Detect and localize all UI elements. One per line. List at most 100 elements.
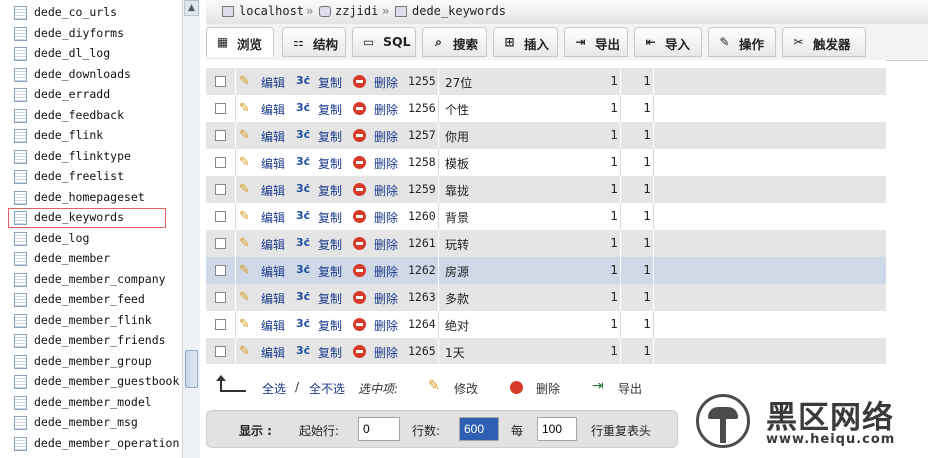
- copy-icon[interactable]: 3ċ: [296, 209, 310, 222]
- row-checkbox[interactable]: [215, 157, 226, 168]
- table-row[interactable]: ✎ 编辑 3ċ 复制 删除 1264 绝对 1 1: [206, 311, 886, 338]
- sidebar-item-dede-member-group[interactable]: dede_member_group: [0, 352, 182, 372]
- delete-link[interactable]: 删除: [374, 236, 398, 253]
- copy-icon[interactable]: 3ċ: [296, 74, 310, 87]
- delete-icon[interactable]: [353, 264, 366, 277]
- copy-icon[interactable]: 3ċ: [296, 344, 310, 357]
- table-row[interactable]: ✎ 编辑 3ċ 复制 删除 1259 靠拢 1 1: [206, 176, 886, 203]
- sidebar-item-dede-member-feed[interactable]: dede_member_feed: [0, 290, 182, 310]
- start-row-input[interactable]: [358, 417, 400, 441]
- sidebar-item-dede-member-guestbook[interactable]: dede_member_guestbook: [0, 372, 182, 392]
- edit-link[interactable]: 编辑: [261, 344, 285, 361]
- edit-link[interactable]: 编辑: [261, 317, 285, 334]
- table-row[interactable]: ✎ 编辑 3ċ 复制 删除 1258 模板 1 1: [206, 149, 886, 176]
- sidebar-item-dede-dl-log[interactable]: dede_dl_log: [0, 44, 182, 64]
- breadcrumb-server[interactable]: localhost: [239, 4, 304, 18]
- copy-icon[interactable]: 3ċ: [296, 155, 310, 168]
- copy-link[interactable]: 复制: [318, 317, 342, 334]
- pencil-icon[interactable]: ✎: [239, 74, 250, 89]
- copy-link[interactable]: 复制: [318, 101, 342, 118]
- edit-link[interactable]: 编辑: [261, 209, 285, 226]
- edit-link[interactable]: 编辑: [261, 74, 285, 91]
- copy-link[interactable]: 复制: [318, 209, 342, 226]
- row-checkbox[interactable]: [215, 346, 226, 357]
- tab-structure[interactable]: ⚏ 结构: [282, 27, 346, 57]
- pencil-icon[interactable]: ✎: [239, 236, 250, 251]
- delete-link[interactable]: 删除: [374, 101, 398, 118]
- sidebar-item-dede-flinktype[interactable]: dede_flinktype: [0, 147, 182, 167]
- tab-insert[interactable]: ⊞ 插入: [493, 27, 558, 57]
- sidebar-item-dede-log[interactable]: dede_log: [0, 229, 182, 249]
- delete-link[interactable]: 删除: [374, 263, 398, 280]
- copy-icon[interactable]: 3ċ: [296, 182, 310, 195]
- bulk-export-button[interactable]: 导出: [618, 380, 642, 397]
- breadcrumb-table[interactable]: dede_keywords: [412, 4, 506, 18]
- row-checkbox[interactable]: [215, 238, 226, 249]
- edit-link[interactable]: 编辑: [261, 101, 285, 118]
- sidebar-item-dede-member-operation[interactable]: dede_member_operation: [0, 434, 182, 454]
- copy-link[interactable]: 复制: [318, 236, 342, 253]
- copy-icon[interactable]: 3ċ: [296, 263, 310, 276]
- row-checkbox[interactable]: [215, 292, 226, 303]
- pencil-icon[interactable]: ✎: [239, 155, 250, 170]
- table-row[interactable]: ✎ 编辑 3ċ 复制 删除 1262 房源 1 1: [206, 257, 886, 284]
- sidebar-item-dede-member-friends[interactable]: dede_member_friends: [0, 331, 182, 351]
- copy-icon[interactable]: 3ċ: [296, 101, 310, 114]
- tab-triggers[interactable]: ✂ 触发器: [782, 27, 866, 57]
- pencil-icon[interactable]: ✎: [239, 209, 250, 224]
- sidebar-item-dede-member-model[interactable]: dede_member_model: [0, 393, 182, 413]
- delete-icon[interactable]: [353, 183, 366, 196]
- pencil-icon[interactable]: ✎: [239, 290, 250, 305]
- rows-count-input[interactable]: [459, 417, 499, 441]
- edit-link[interactable]: 编辑: [261, 263, 285, 280]
- edit-link[interactable]: 编辑: [261, 290, 285, 307]
- sidebar-item-dede-member-msg[interactable]: dede_member_msg: [0, 413, 182, 433]
- delete-icon[interactable]: [353, 237, 366, 250]
- delete-icon[interactable]: [510, 381, 523, 394]
- sidebar-item-dede-downloads[interactable]: dede_downloads: [0, 65, 182, 85]
- sidebar-item-dede-member-company[interactable]: dede_member_company: [0, 270, 182, 290]
- row-checkbox[interactable]: [215, 319, 226, 330]
- row-checkbox[interactable]: [215, 130, 226, 141]
- deselect-all-link[interactable]: 全不选: [309, 380, 345, 397]
- tab-sql[interactable]: ▭ SQL: [352, 27, 416, 57]
- sidebar-item-dede-freelist[interactable]: dede_freelist: [0, 167, 182, 187]
- copy-link[interactable]: 复制: [318, 182, 342, 199]
- copy-link[interactable]: 复制: [318, 344, 342, 361]
- sidebar-item-dede-feedback[interactable]: dede_feedback: [0, 106, 182, 126]
- copy-link[interactable]: 复制: [318, 155, 342, 172]
- edit-link[interactable]: 编辑: [261, 182, 285, 199]
- scroll-up-arrow[interactable]: ▲: [184, 0, 199, 16]
- tab-search[interactable]: ⌕ 搜索: [422, 27, 487, 57]
- delete-icon[interactable]: [353, 210, 366, 223]
- delete-link[interactable]: 删除: [374, 182, 398, 199]
- delete-link[interactable]: 删除: [374, 155, 398, 172]
- pencil-icon[interactable]: ✎: [239, 263, 250, 278]
- edit-link[interactable]: 编辑: [261, 155, 285, 172]
- table-row[interactable]: ✎ 编辑 3ċ 复制 删除 1261 玩转 1 1: [206, 230, 886, 257]
- pencil-icon[interactable]: ✎: [239, 317, 250, 332]
- breadcrumb-database[interactable]: zzjidi: [335, 4, 378, 18]
- pencil-icon[interactable]: ✎: [239, 182, 250, 197]
- pencil-icon[interactable]: ✎: [239, 128, 250, 143]
- table-row[interactable]: ✎ 编辑 3ċ 复制 删除 1255 27位 1 1: [206, 68, 886, 95]
- delete-icon[interactable]: [353, 102, 366, 115]
- delete-icon[interactable]: [353, 75, 366, 88]
- copy-icon[interactable]: 3ċ: [296, 128, 310, 141]
- copy-icon[interactable]: 3ċ: [296, 290, 310, 303]
- delete-icon[interactable]: [353, 345, 366, 358]
- sidebar-item-dede-keywords[interactable]: dede_keywords: [8, 208, 166, 228]
- delete-link[interactable]: 删除: [374, 128, 398, 145]
- delete-link[interactable]: 删除: [374, 290, 398, 307]
- copy-link[interactable]: 复制: [318, 128, 342, 145]
- sidebar-scrollbar[interactable]: ▲: [182, 0, 200, 458]
- delete-link[interactable]: 删除: [374, 209, 398, 226]
- table-row[interactable]: ✎ 编辑 3ċ 复制 删除 1257 你用 1 1: [206, 122, 886, 149]
- export-icon[interactable]: ⇥: [592, 378, 604, 394]
- tab-operations[interactable]: ✎ 操作: [708, 27, 776, 57]
- row-checkbox[interactable]: [215, 265, 226, 276]
- row-checkbox[interactable]: [215, 184, 226, 195]
- repeat-header-input[interactable]: [537, 417, 577, 441]
- sidebar-item-dede-homepageset[interactable]: dede_homepageset: [0, 188, 182, 208]
- delete-icon[interactable]: [353, 291, 366, 304]
